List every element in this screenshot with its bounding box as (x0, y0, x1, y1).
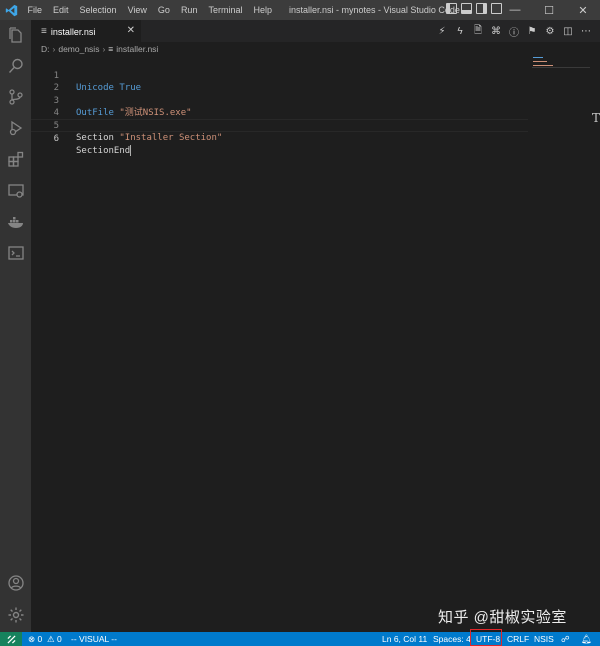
text-cursor (130, 145, 132, 156)
menu-go[interactable]: Go (152, 0, 175, 20)
flag-icon[interactable]: ⚑ (526, 25, 538, 37)
source-control-icon[interactable] (0, 82, 31, 112)
vim-mode-status: -- VISUAL -- (71, 634, 117, 644)
docker-icon[interactable] (0, 207, 31, 237)
minimap[interactable] (532, 56, 590, 76)
search-icon[interactable] (0, 51, 31, 81)
more-actions-icon[interactable]: ⋯ (580, 25, 592, 37)
explorer-icon[interactable] (0, 20, 31, 50)
problems-status[interactable]: ⊗ 0 ⚠ 0 (28, 632, 62, 646)
notifications-bell-icon[interactable]: 🔔︎ (581, 632, 592, 646)
feedback-icon[interactable]: ☍ (561, 632, 570, 646)
code-text: Section "Installer Section" (76, 132, 222, 145)
tab-label: installer.nsi (50, 26, 96, 37)
vscode-logo-icon (0, 0, 22, 20)
accounts-icon[interactable] (0, 568, 31, 598)
maximize-button[interactable]: ☐ (532, 0, 566, 20)
menu-bar: File Edit Selection View Go Run Terminal… (22, 0, 277, 20)
eol-status[interactable]: CRLF (507, 632, 529, 646)
lightning-outline-icon[interactable]: ϟ (454, 25, 466, 37)
settings-gear-icon[interactable] (0, 600, 31, 630)
toggle-panel-icon[interactable] (461, 3, 472, 14)
menu-run[interactable]: Run (175, 0, 203, 20)
error-count: 0 (37, 634, 43, 644)
watermark-text: 知乎 @甜椒实验室 (438, 609, 567, 626)
file-lines-icon: ≡ (41, 26, 47, 37)
activity-bar (0, 20, 31, 632)
breadcrumb: D: › demo_nsis › ≡ installer.nsi (31, 42, 158, 56)
command-icon[interactable]: ⌘ (490, 25, 502, 37)
code-line: 1 Unicode True (31, 57, 528, 94)
scrollbar-cursor-marker: T (592, 111, 600, 125)
editor-actions: ⚡ ϟ 🗎 ⌘ ⓘ ⚑ ⚙ ◫ ⋯ (436, 20, 592, 42)
menu-edit[interactable]: Edit (48, 0, 75, 20)
current-code-line: 6 SectionEnd (31, 119, 528, 156)
error-icon: ⊗ (28, 634, 36, 644)
line-number: 6 (53, 133, 59, 144)
run-debug-icon[interactable] (0, 113, 31, 143)
gear-icon[interactable]: ⚙ (544, 25, 556, 37)
menu-help[interactable]: Help (248, 0, 278, 20)
breadcrumb-drive[interactable]: D: (41, 44, 50, 54)
keyword-token: Section (76, 133, 114, 143)
minimize-button[interactable]: — (498, 0, 532, 20)
remote-explorer-icon[interactable] (0, 176, 31, 206)
chevron-right-icon: › (102, 44, 106, 54)
code-text: SectionEnd (76, 145, 132, 158)
code-line: 5 Section "Installer Section" (31, 107, 528, 144)
menu-view[interactable]: View (122, 0, 152, 20)
encoding-highlight-box (470, 629, 502, 646)
window-title: installer.nsi - mynotes - Visual Studio … (289, 5, 460, 15)
title-bar: File Edit Selection View Go Run Terminal… (0, 0, 600, 20)
code-line: 4 (31, 95, 528, 118)
file-lines-icon: ≡ (108, 44, 114, 54)
split-editor-icon[interactable]: ◫ (562, 25, 574, 37)
toggle-sidebar-icon[interactable] (446, 3, 457, 14)
remote-indicator-icon[interactable] (0, 632, 22, 646)
close-tab-icon[interactable]: ✕ (127, 25, 135, 36)
keyword-token: SectionEnd (76, 146, 131, 156)
toggle-secondary-sidebar-icon[interactable] (476, 3, 487, 14)
breadcrumb-folder[interactable]: demo_nsis (58, 44, 99, 54)
code-editor[interactable]: 1 Unicode True 2 3 OutFile "测试NSIS.exe" … (31, 56, 600, 632)
indentation-status[interactable]: Spaces: 4 (433, 632, 471, 646)
language-mode-status[interactable]: NSIS (534, 632, 554, 646)
chevron-right-icon: › (52, 44, 56, 54)
lightning-icon[interactable]: ⚡ (436, 25, 448, 37)
code-line: 2 (31, 70, 528, 93)
tab-installer-nsi[interactable]: ≡ installer.nsi ✕ (31, 20, 141, 42)
close-window-button[interactable]: ✕ (566, 0, 600, 20)
info-icon[interactable]: ⓘ (508, 25, 520, 39)
layout-controls (446, 3, 502, 14)
menu-file[interactable]: File (22, 0, 48, 20)
warning-count: 0 (56, 634, 62, 644)
status-bar: ⊗ 0 ⚠ 0 -- VISUAL -- Ln 6, Col 11 Spaces… (0, 632, 600, 646)
terminal-icon[interactable] (0, 238, 31, 268)
string-token: "Installer Section" (119, 133, 223, 143)
breadcrumb-file[interactable]: installer.nsi (116, 44, 158, 54)
window-controls: — ☐ ✕ (498, 0, 600, 20)
code-line: 3 OutFile "测试NSIS.exe" (31, 82, 528, 119)
tab-bar: ≡ installer.nsi ✕ ⚡ ϟ 🗎 ⌘ ⓘ ⚑ ⚙ ◫ ⋯ (31, 20, 600, 42)
menu-selection[interactable]: Selection (74, 0, 122, 20)
menu-terminal[interactable]: Terminal (203, 0, 248, 20)
extensions-icon[interactable] (0, 144, 31, 174)
warning-icon: ⚠ (46, 634, 55, 644)
file-preview-icon[interactable]: 🗎 (472, 25, 484, 37)
cursor-position-status[interactable]: Ln 6, Col 11 (382, 632, 427, 646)
